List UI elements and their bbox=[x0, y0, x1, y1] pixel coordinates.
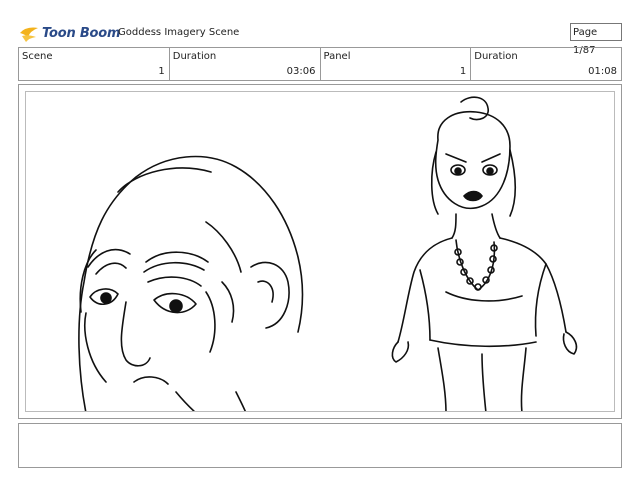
panel-duration-label: Duration bbox=[474, 51, 518, 62]
warrior-sketch bbox=[391, 96, 578, 411]
scene-duration-cell: Duration 03:06 bbox=[170, 48, 321, 80]
toon-boom-logo: Toon Boom bbox=[18, 22, 121, 44]
old-man-sketch bbox=[78, 155, 304, 411]
panel-duration-cell: Duration 01:08 bbox=[471, 48, 621, 80]
storyboard-panel bbox=[18, 84, 622, 419]
page-indicator: Page 1/87 bbox=[570, 23, 622, 56]
panel-cell: Panel 1 bbox=[321, 48, 472, 80]
info-row: Scene 1 Duration 03:06 Panel 1 Duration … bbox=[18, 47, 622, 81]
scene-duration-value: 03:06 bbox=[286, 66, 316, 77]
sun-logo-icon bbox=[20, 27, 38, 42]
panel-drawing-area bbox=[25, 91, 615, 412]
panel-sketch bbox=[78, 96, 578, 411]
scene-duration-label: Duration bbox=[172, 51, 217, 62]
panel-label: Panel bbox=[323, 51, 351, 62]
logo-text: Toon Boom bbox=[42, 25, 121, 41]
panel-value: 1 bbox=[459, 66, 467, 77]
scene-label: Scene bbox=[22, 51, 53, 62]
panel-duration-value: 01:08 bbox=[588, 66, 617, 77]
storyboard-header: Toon Boom Goddess Imagery Scene Page 1/8… bbox=[18, 22, 622, 56]
scene-title: Goddess Imagery Scene bbox=[118, 27, 240, 38]
page-label: Page bbox=[573, 27, 598, 38]
panel-notes-box[interactable] bbox=[18, 423, 622, 468]
scene-value: 1 bbox=[158, 66, 165, 77]
scene-cell: Scene 1 bbox=[19, 48, 170, 80]
